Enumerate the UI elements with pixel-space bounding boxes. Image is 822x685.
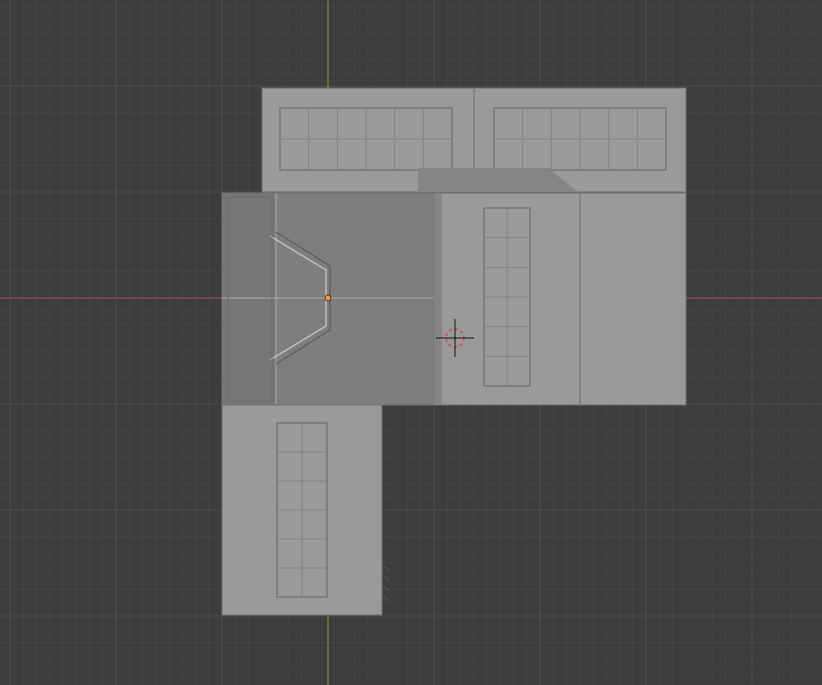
3d-viewport[interactable] [0, 0, 822, 685]
window-panel-bottom[interactable] [221, 404, 390, 616]
object-origin-dot [324, 294, 332, 302]
viewport-canvas[interactable] [0, 0, 822, 685]
mesh-objects[interactable] [221, 87, 687, 616]
door-block[interactable] [221, 192, 435, 406]
plain-block-right[interactable] [579, 192, 687, 406]
window-panel-middle[interactable] [433, 192, 581, 406]
